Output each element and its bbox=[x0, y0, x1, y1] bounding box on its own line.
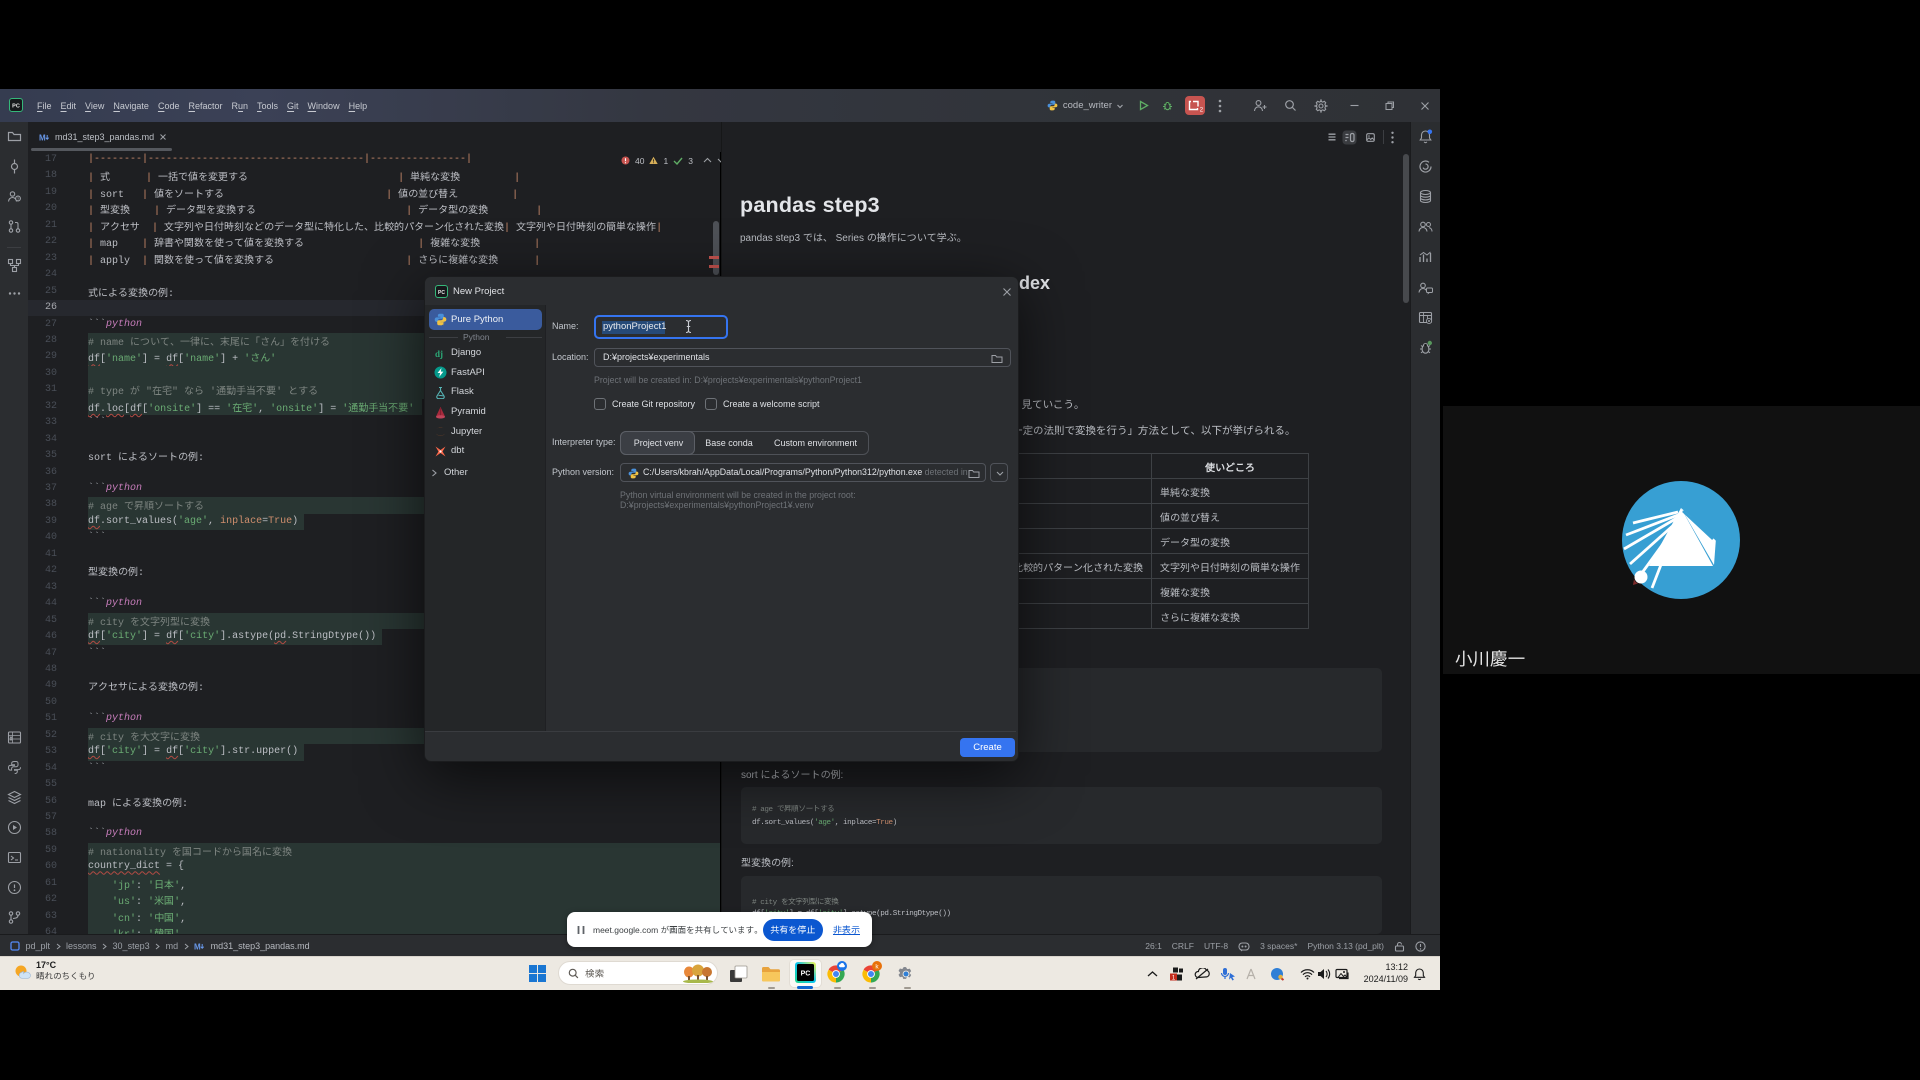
svg-text:PC: PC bbox=[438, 290, 445, 296]
svg-text:PC: PC bbox=[801, 971, 811, 978]
svg-text:PC: PC bbox=[12, 104, 20, 110]
svg-text:M: M bbox=[39, 133, 46, 142]
svg-text:dj: dj bbox=[435, 349, 443, 359]
svg-text:M: M bbox=[194, 942, 201, 951]
